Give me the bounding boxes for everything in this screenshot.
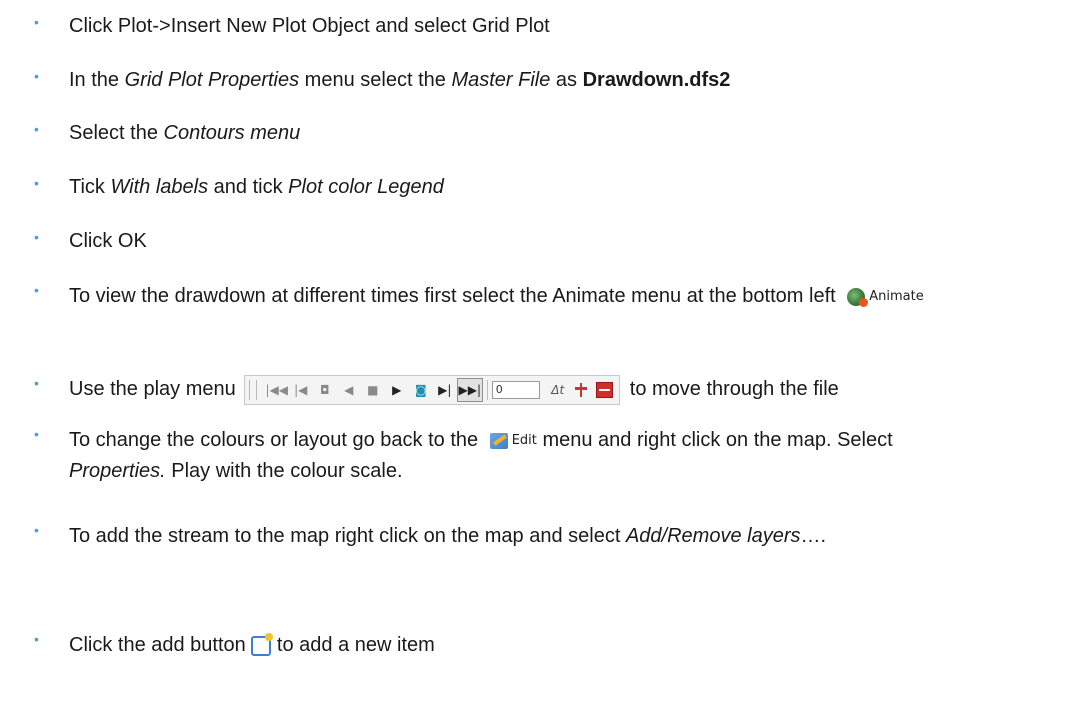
play-toolbar: |◀◀ |◀ ◘ ◀ ■ ▶ ◙ ▶| ▶▶| 0 Δt xyxy=(243,374,620,405)
bullet-icon: • xyxy=(34,426,39,442)
bullet-icon: • xyxy=(34,522,39,538)
settings-icon[interactable] xyxy=(574,382,588,397)
step-5-text: Click OK xyxy=(69,230,147,252)
step-6-text: To view the drawdown at different times … xyxy=(69,281,999,312)
time-step-label[interactable]: Δt xyxy=(546,375,570,405)
play-backward-icon[interactable]: ◀ xyxy=(337,379,361,401)
edit-button[interactable]: Edit xyxy=(489,426,537,456)
bullet-icon: • xyxy=(34,14,39,30)
add-item-icon[interactable] xyxy=(251,632,274,656)
play-icon[interactable]: ▶ xyxy=(385,379,409,401)
instruction-document: • Click Plot->Insert New Plot Object and… xyxy=(0,0,1083,713)
step-1-text: Click Plot->Insert New Plot Object and s… xyxy=(69,15,550,37)
next-frame-icon[interactable]: ▶| xyxy=(433,379,457,401)
frame-input[interactable]: 0 xyxy=(491,380,540,399)
bullet-icon: • xyxy=(34,68,39,84)
edit-icon xyxy=(489,432,508,449)
record-forward-icon[interactable]: ◙ xyxy=(409,379,433,401)
stop-icon[interactable]: ■ xyxy=(361,379,385,401)
step-8-text: To change the colours or layout go back … xyxy=(69,425,919,486)
toolbar-separator xyxy=(486,379,488,400)
bullet-icon: • xyxy=(34,175,39,191)
last-frame-icon[interactable]: ▶▶| xyxy=(456,377,483,402)
record-backward-icon[interactable]: ◘ xyxy=(313,379,337,401)
step-4-text: Tick With labels and tick Plot color Leg… xyxy=(69,176,444,198)
bullet-icon: • xyxy=(34,121,39,137)
step-2-text: In the Grid Plot Properties menu select … xyxy=(69,69,731,91)
step-10-text: Click the add button to add a new item xyxy=(69,632,435,656)
bullet-icon: • xyxy=(34,631,39,647)
animate-button[interactable]: Animate xyxy=(847,282,924,312)
bullet-icon: • xyxy=(34,375,39,391)
toolbar-grip[interactable] xyxy=(248,379,257,400)
step-3-text: Select the Contours menu xyxy=(69,122,301,144)
step-7-text: Use the play menu |◀◀ |◀ ◘ ◀ ■ ▶ ◙ ▶| ▶▶… xyxy=(69,374,1029,405)
bullet-icon: • xyxy=(34,282,39,298)
bullet-icon: • xyxy=(34,229,39,245)
previous-frame-icon[interactable]: |◀ xyxy=(289,379,313,401)
step-9-text: To add the stream to the map right click… xyxy=(69,525,827,547)
close-animation-icon[interactable] xyxy=(595,381,613,398)
animate-icon xyxy=(847,287,869,307)
first-frame-icon[interactable]: |◀◀ xyxy=(265,379,289,401)
